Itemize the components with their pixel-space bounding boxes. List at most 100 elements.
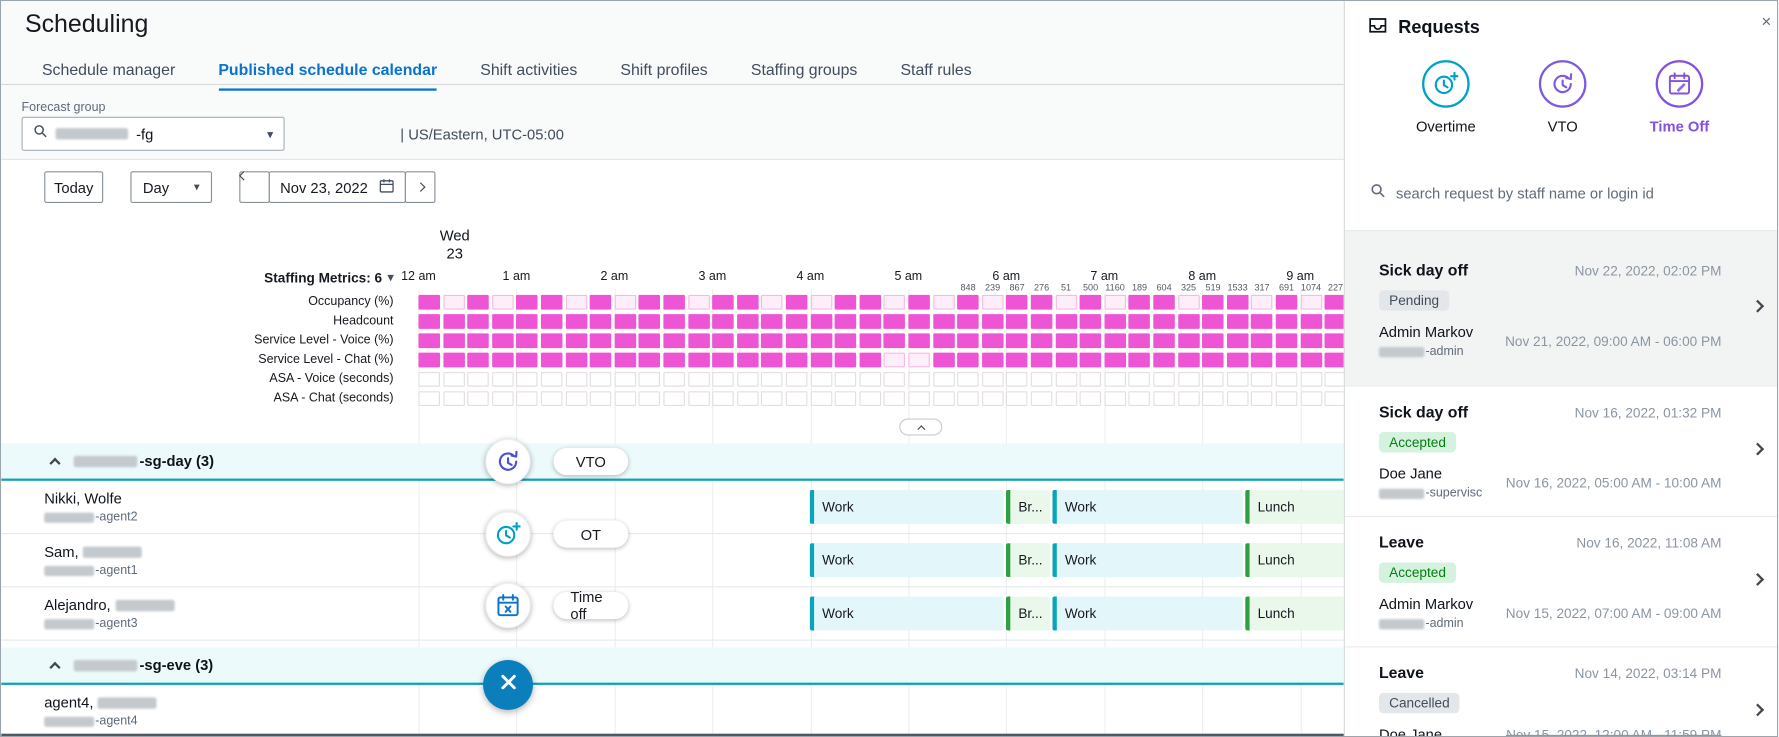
request-status-badge: Accepted — [1379, 562, 1456, 582]
shift-break-segment[interactable]: Br... — [1006, 490, 1050, 524]
login-suffix: -supervisc — [1425, 486, 1482, 500]
staffing-group-name-suffix: -sg-day (3) — [139, 452, 214, 469]
agent-row: agent4, -agent4 — [1, 685, 1344, 737]
redacted-text — [74, 659, 138, 670]
chevron-right-icon[interactable] — [1751, 300, 1764, 313]
request-submitted-date: Nov 16, 2022, 01:32 PM — [1575, 405, 1722, 421]
agent-row: Alejandro,-agent3WorkBr...WorkLunch — [1, 587, 1344, 640]
request-requester-login: -supervisc — [1379, 486, 1482, 500]
shift-lunch-segment[interactable]: Lunch — [1245, 490, 1344, 524]
timeoff-fab-button[interactable] — [485, 583, 530, 628]
redacted-text — [44, 619, 94, 629]
request-time-range: Nov 16, 2022, 05:00 AM - 10:00 AM — [1506, 475, 1722, 491]
request-item-header: Sick day offNov 16, 2022, 01:32 PM — [1379, 403, 1746, 421]
staffing-group-header[interactable]: -sg-day (3) — [1, 443, 1344, 480]
request-requester: Doe Jane — [1379, 726, 1442, 737]
agent-login: -agent1 — [44, 564, 137, 578]
agent-name-text: agent4, — [44, 694, 93, 711]
request-item[interactable]: Sick day offNov 22, 2022, 02:02 PMPendin… — [1345, 231, 1778, 386]
redacted-text — [1379, 619, 1424, 629]
login-suffix: -admin — [1425, 617, 1463, 631]
request-search-input[interactable]: search request by staff name or login id — [1370, 183, 1654, 205]
close-fab-button[interactable] — [483, 660, 533, 710]
request-requester-login: -admin — [1379, 617, 1473, 631]
vto-fab-label[interactable]: VTO — [553, 448, 628, 475]
redacted-text — [115, 599, 174, 610]
request-requester: Doe Jane -supervisc — [1379, 465, 1482, 500]
request-status-badge: Accepted — [1379, 432, 1456, 452]
agent-row: Nikki, Wolfe-agent2WorkBr...WorkLunch — [1, 481, 1344, 534]
agent-name: Alejandro, — [44, 596, 174, 613]
agent-name-text: Sam, — [44, 543, 78, 560]
request-submitted-date: Nov 16, 2022, 11:08 AM — [1576, 535, 1721, 551]
request-item[interactable]: LeaveNov 16, 2022, 11:08 AMAcceptedAdmin… — [1345, 517, 1778, 647]
collapse-group-icon — [49, 457, 60, 468]
agent-login: -agent4 — [44, 714, 137, 728]
agent-row: Sam,-agent1WorkBr...WorkLunch — [1, 534, 1344, 587]
ot-fab-label[interactable]: OT — [553, 521, 628, 548]
chevron-right-icon[interactable] — [1751, 573, 1764, 586]
request-item[interactable]: Sick day offNov 16, 2022, 01:32 PM Accept… — [1345, 387, 1778, 517]
ot-fab-button[interactable] — [485, 511, 530, 556]
chevron-right-icon[interactable] — [1751, 443, 1764, 456]
shift-work-segment[interactable]: Work — [1052, 490, 1243, 524]
shift-work-segment[interactable]: Work — [810, 596, 1004, 630]
request-item-header: LeaveNov 14, 2022, 03:14 PM — [1379, 663, 1746, 681]
shift-work-segment[interactable]: Work — [810, 543, 1004, 577]
agent-login-suffix: -agent2 — [95, 510, 137, 524]
scheduling-main: Scheduling Schedule manager Published sc… — [1, 1, 1344, 737]
search-placeholder: search request by staff name or login id — [1396, 185, 1654, 202]
shift-work-segment[interactable]: Work — [1052, 543, 1243, 577]
close-panel-button[interactable]: × — [1761, 12, 1771, 31]
request-title: Sick day off — [1379, 261, 1468, 279]
shift-work-segment[interactable]: Work — [810, 490, 1004, 524]
collapse-metrics-button[interactable] — [899, 418, 942, 435]
request-status-badge: Cancelled — [1379, 693, 1460, 713]
staffing-group-header[interactable]: -sg-eve (3) — [1, 648, 1344, 685]
schedule-rows: -sg-day (3)Nikki, Wolfe-agent2WorkBr...W… — [1, 1, 1344, 737]
login-suffix: -admin — [1425, 345, 1463, 359]
collapse-group-icon — [49, 661, 60, 672]
request-type-vto[interactable]: VTO — [1523, 60, 1602, 135]
shift-break-segment[interactable]: Br... — [1006, 543, 1050, 577]
request-item[interactable]: LeaveNov 14, 2022, 03:14 PM Cancelled Doe … — [1345, 648, 1778, 737]
agent-login-suffix: -agent3 — [95, 617, 137, 631]
redacted-text — [44, 565, 94, 575]
timeoff-fab-label[interactable]: Time off — [553, 592, 628, 619]
redacted-text — [98, 697, 157, 708]
vto-fab-button[interactable] — [485, 439, 530, 484]
shift-lunch-segment[interactable]: Lunch — [1245, 543, 1344, 577]
x-mark-icon — [498, 672, 517, 697]
request-type-selector: Overtime VTO Time Off — [1345, 60, 1778, 135]
request-requester-name: Doe Jane — [1379, 465, 1482, 482]
timeoff-icon — [1656, 60, 1704, 108]
shift-work-segment[interactable]: Work — [1052, 596, 1243, 630]
request-status-badge: Pending — [1379, 290, 1449, 310]
agent-name-text: Alejandro, — [44, 596, 110, 613]
shift-lunch-segment[interactable]: Lunch — [1245, 596, 1344, 630]
request-type-label: Time Off — [1650, 118, 1710, 135]
bottom-edge — [1, 734, 1344, 736]
requests-panel-header: Requests — [1368, 15, 1480, 41]
request-time-range: Nov 21, 2022, 09:00 AM - 06:00 PM — [1505, 333, 1721, 349]
chevron-up-icon — [917, 425, 925, 433]
chevron-right-icon[interactable] — [1751, 703, 1764, 716]
request-title: Leave — [1379, 663, 1424, 681]
request-item-details: Doe Jane -supervisc Nov 16, 2022, 05:00 AM… — [1379, 465, 1746, 500]
request-requester-name: Admin Markov — [1379, 323, 1473, 340]
overtime-icon — [1422, 60, 1470, 108]
request-type-overtime[interactable]: Overtime — [1406, 60, 1485, 135]
shift-break-segment[interactable]: Br... — [1006, 596, 1050, 630]
agent-login-suffix: -agent1 — [95, 564, 137, 578]
agent-name-text: Nikki, Wolfe — [44, 490, 122, 507]
request-list: Sick day offNov 22, 2022, 02:02 PMPendin… — [1345, 231, 1778, 737]
request-type-timeoff[interactable]: Time Off — [1640, 60, 1719, 135]
redacted-text — [44, 512, 94, 522]
vto-icon — [1539, 60, 1587, 108]
app-window: Scheduling Schedule manager Published sc… — [0, 0, 1778, 737]
agent-login: -agent3 — [44, 617, 137, 631]
redacted-text — [74, 455, 138, 466]
redacted-text — [1379, 488, 1424, 498]
redacted-text — [1379, 346, 1424, 356]
search-icon — [1370, 183, 1386, 205]
